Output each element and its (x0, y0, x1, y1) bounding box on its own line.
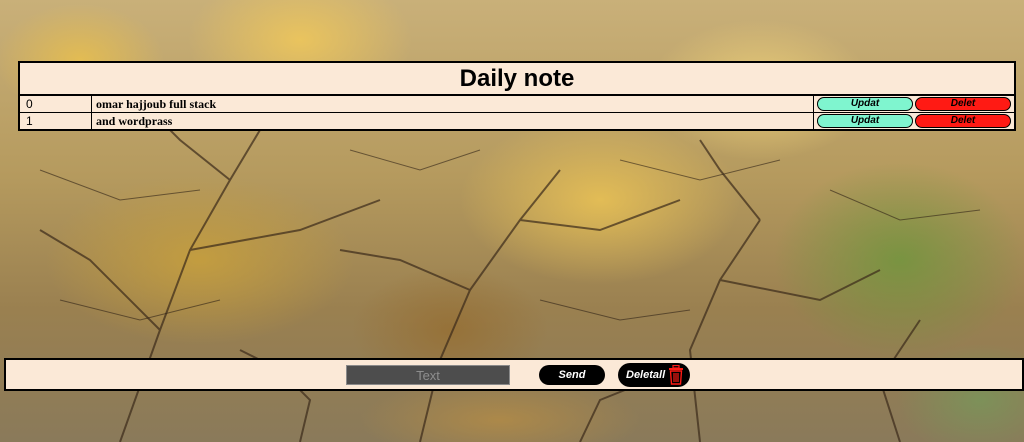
note-text: omar hajjoub full stack (92, 96, 814, 112)
row-actions: Updat Delet (814, 96, 1014, 112)
table-row: 1 and wordprass Updat Delet (20, 113, 1014, 129)
delete-all-button[interactable]: Deletall (618, 363, 690, 387)
delete-button[interactable]: Delet (915, 114, 1011, 128)
delete-all-label: Deletall (626, 369, 666, 381)
note-id: 1 (20, 113, 92, 129)
note-text: and wordprass (92, 113, 814, 129)
send-button[interactable]: Send (539, 365, 605, 385)
note-text-input[interactable] (346, 365, 510, 385)
note-id: 0 (20, 96, 92, 112)
delete-button[interactable]: Delet (915, 97, 1011, 111)
table-row: 0 omar hajjoub full stack Updat Delet (20, 96, 1014, 113)
notes-table: Daily note 0 omar hajjoub full stack Upd… (18, 61, 1016, 131)
composer-bar: Send Deletall (4, 358, 1024, 391)
row-actions: Updat Delet (814, 113, 1014, 129)
page-title: Daily note (20, 63, 1014, 96)
trash-icon (669, 365, 683, 385)
update-button[interactable]: Updat (817, 97, 913, 111)
update-button[interactable]: Updat (817, 114, 913, 128)
